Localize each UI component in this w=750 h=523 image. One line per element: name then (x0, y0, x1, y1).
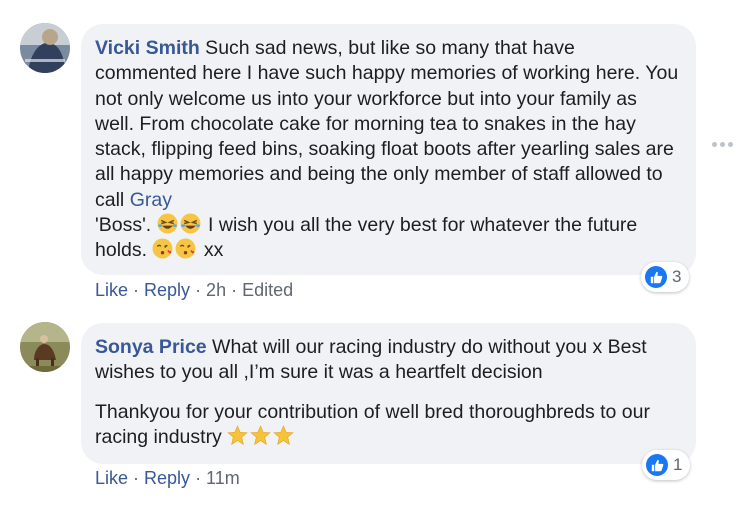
avatar[interactable] (20, 23, 70, 73)
comment-actions: Like · Reply · 11m (95, 468, 240, 489)
star-emoji-icon (273, 425, 294, 446)
reaction-summary[interactable]: 1 (642, 450, 691, 480)
like-button[interactable]: Like (95, 280, 128, 300)
comment-bubble: Sonya Price What will our racing industr… (81, 323, 696, 464)
separator: · (128, 468, 145, 488)
like-reaction-icon (645, 266, 667, 288)
separator: · (128, 280, 145, 300)
comment-text-cont: xx (198, 239, 224, 262)
reaction-count: 1 (673, 455, 683, 474)
like-button[interactable]: Like (95, 468, 128, 488)
more-options-icon[interactable] (712, 142, 733, 147)
comment-actions: Like · Reply · 2h · Edited (95, 280, 293, 301)
reaction-summary[interactable]: 3 (641, 262, 690, 292)
kiss-emoji-icon (152, 238, 173, 259)
comment-text-cont: Thankyou for your contribution of well b… (95, 400, 650, 448)
reply-button[interactable]: Reply (144, 280, 190, 300)
comment-author[interactable]: Sonya Price (95, 336, 207, 358)
reaction-count: 3 (672, 267, 682, 286)
reply-button[interactable]: Reply (144, 468, 190, 488)
comment-meta: · 11m (190, 468, 240, 488)
comment-bubble: Vicki Smith Such sad news, but like so m… (81, 24, 696, 275)
comment-meta: · 2h · Edited (190, 280, 294, 300)
like-reaction-icon (646, 454, 668, 476)
laughing-emoji-icon (180, 213, 201, 234)
kiss-emoji-icon (175, 238, 196, 259)
comment-text-cont: 'Boss'. (95, 214, 157, 237)
star-emoji-icon (250, 425, 271, 446)
mention-link[interactable]: Gray (130, 189, 172, 211)
comment-author[interactable]: Vicki Smith (95, 37, 200, 59)
avatar[interactable] (20, 322, 70, 372)
star-emoji-icon (227, 425, 248, 446)
comment-text: Such sad news, but like so many that hav… (95, 37, 679, 211)
laughing-emoji-icon (157, 213, 178, 234)
